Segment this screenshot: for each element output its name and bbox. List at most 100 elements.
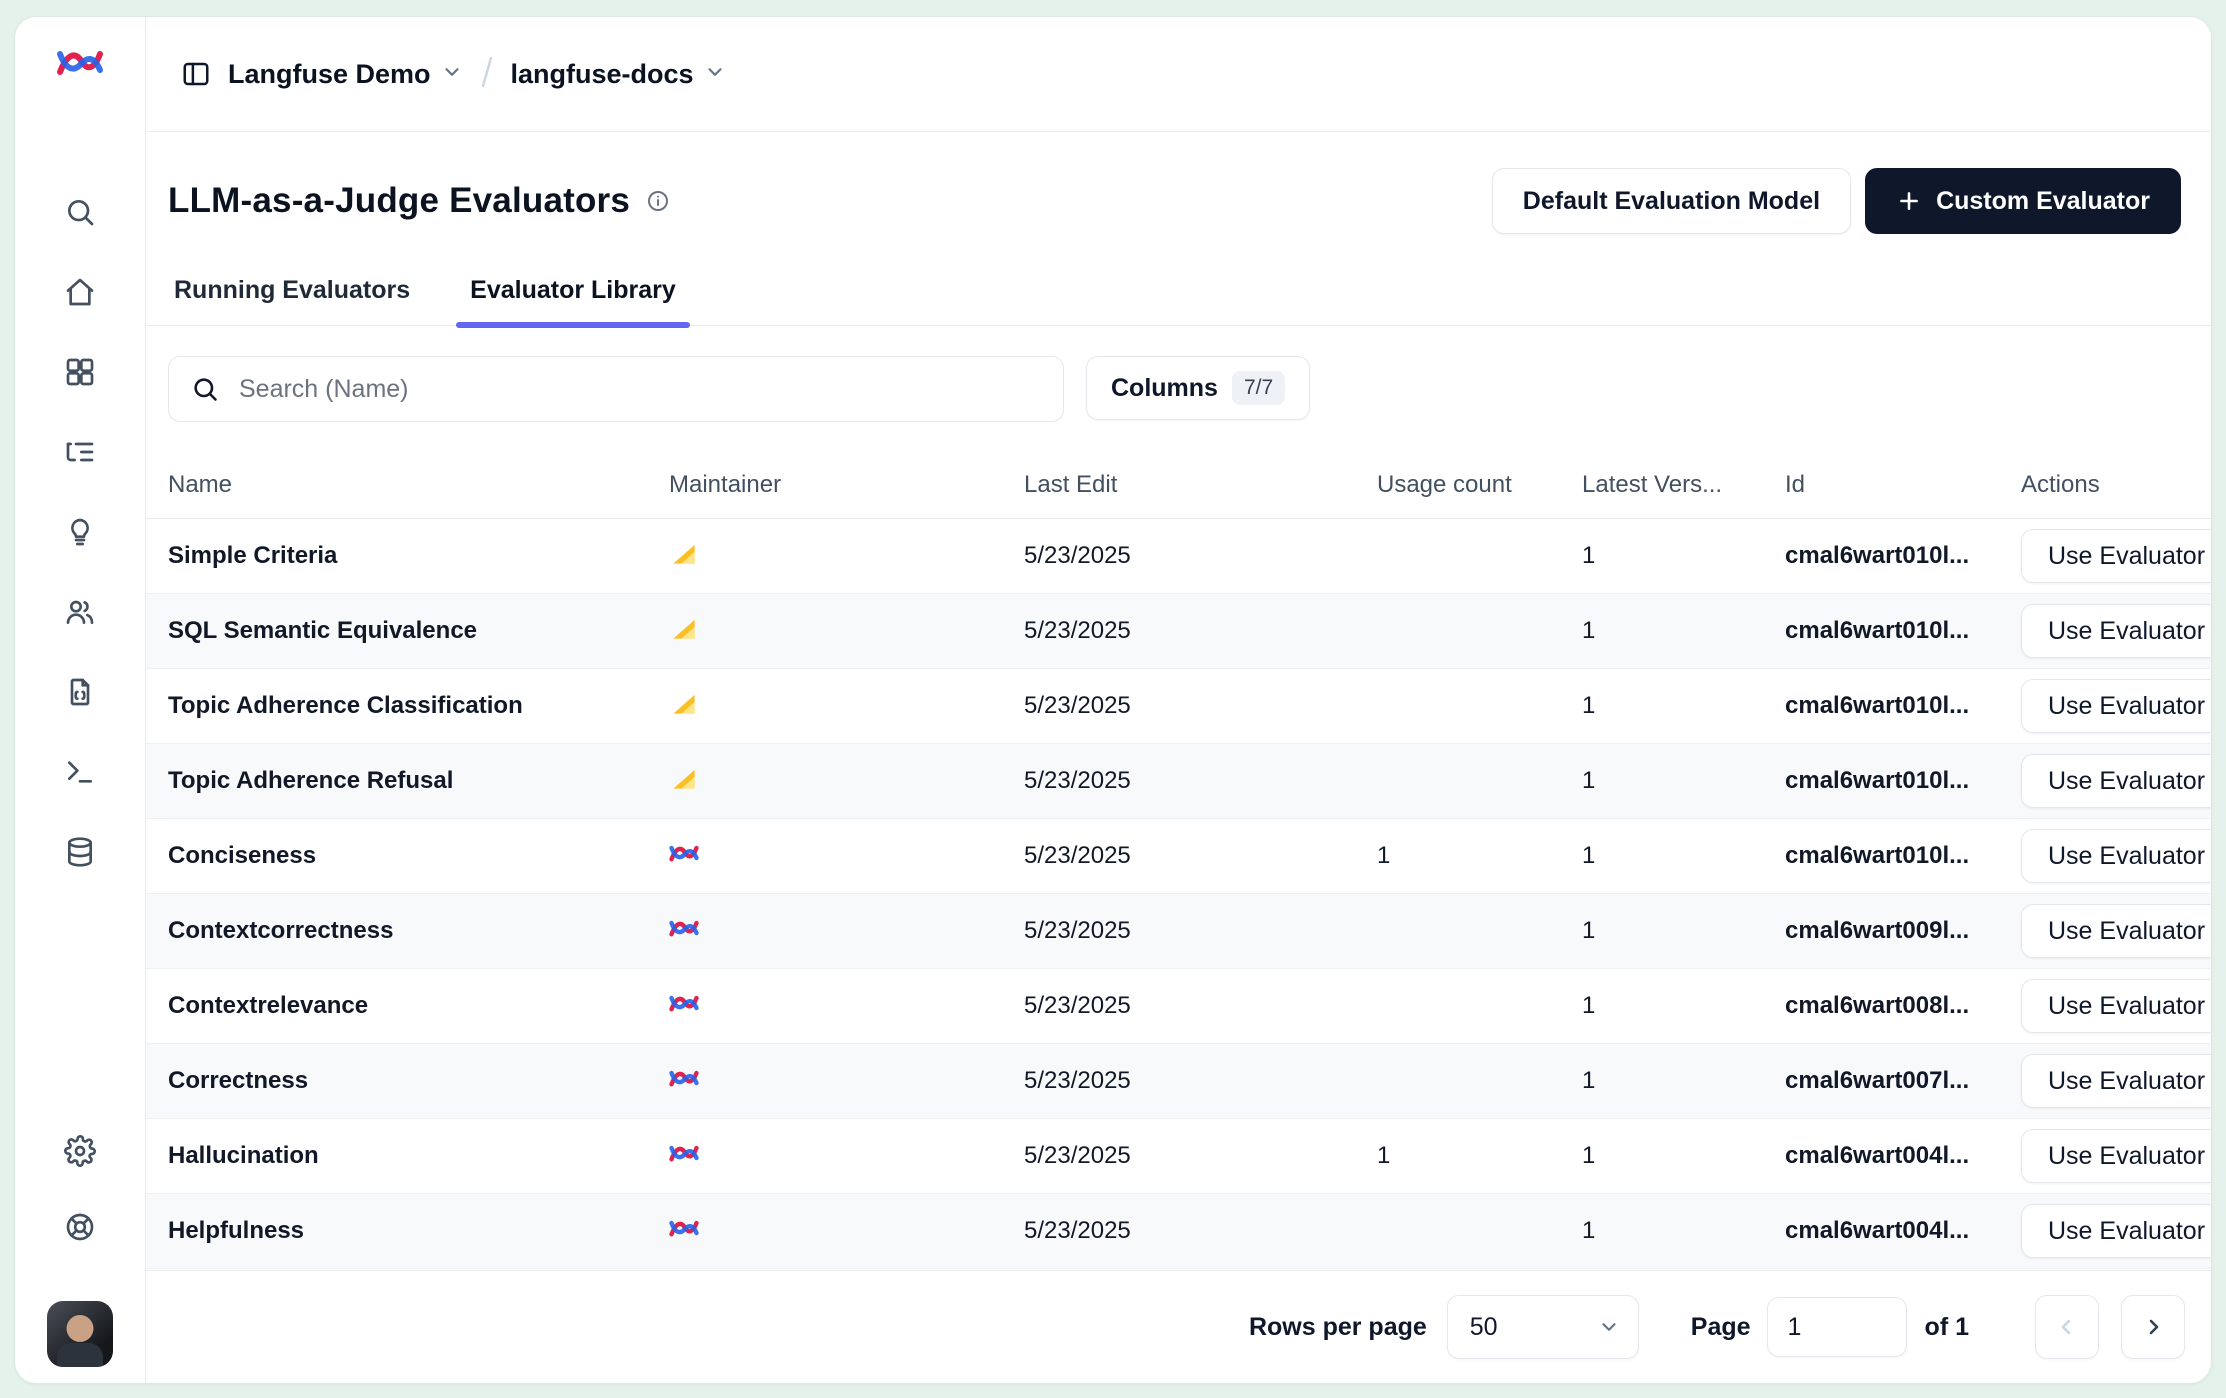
list-tree-icon [64, 436, 96, 468]
columns-count-badge: 7/7 [1232, 371, 1285, 405]
column-header-usage-count: Usage count [1377, 471, 1582, 499]
actions-cell: Use Evaluator [2021, 1204, 2211, 1258]
tab-bar: Running Evaluators Evaluator Library [146, 276, 2211, 326]
sidebar-nav [64, 196, 96, 868]
table-row[interactable]: Simple Criteria 5/23/2025 1 cmal6wart010… [146, 519, 2211, 594]
next-page-button[interactable] [2121, 1295, 2185, 1359]
sidebar-bottom [47, 1135, 113, 1367]
breadcrumb-org[interactable]: Langfuse Demo [228, 59, 463, 90]
last-edit-cell: 5/23/2025 [1024, 1067, 1377, 1095]
header-actions: Default Evaluation Model Custom Evaluato… [1492, 168, 2181, 234]
actions-cell: Use Evaluator [2021, 904, 2211, 958]
use-evaluator-button[interactable]: Use Evaluator [2021, 904, 2211, 958]
actions-cell: Use Evaluator [2021, 604, 2211, 658]
column-header-latest-version: Latest Vers... [1582, 471, 1785, 499]
latest-version-cell: 1 [1582, 842, 1785, 870]
use-evaluator-button[interactable]: Use Evaluator [2021, 754, 2211, 808]
chevron-down-icon [704, 61, 726, 88]
use-evaluator-button[interactable]: Use Evaluator [2021, 604, 2211, 658]
top-bar: Langfuse Demo langfuse-docs [146, 17, 2211, 132]
terminal-icon [64, 756, 96, 788]
custom-evaluator-button[interactable]: Custom Evaluator [1865, 168, 2181, 234]
table-row[interactable]: Contextcorrectness 5/23/2025 1 cmal6wart… [146, 894, 2211, 969]
sidebar-item-settings[interactable] [64, 1135, 96, 1167]
actions-cell: Use Evaluator [2021, 679, 2211, 733]
table-row[interactable]: Topic Adherence Classification 5/23/2025… [146, 669, 2211, 744]
chevron-down-icon [1598, 1316, 1620, 1338]
latest-version-cell: 1 [1582, 692, 1785, 720]
use-evaluator-button[interactable]: Use Evaluator [2021, 1204, 2211, 1258]
table-row[interactable]: Helpfulness 5/23/2025 1 cmal6wart004l...… [146, 1194, 2211, 1269]
breadcrumb-separator [479, 55, 495, 94]
use-evaluator-button[interactable]: Use Evaluator [2021, 529, 2211, 583]
plus-icon [1896, 188, 1922, 214]
evaluator-id-cell: cmal6wart009l... [1785, 917, 2021, 945]
evaluator-id-cell: cmal6wart010l... [1785, 842, 2021, 870]
table-row[interactable]: Hallucination 5/23/2025 1 1 cmal6wart004… [146, 1119, 2211, 1194]
previous-page-button[interactable] [2035, 1295, 2099, 1359]
sidebar [15, 17, 146, 1383]
app-window: Langfuse Demo langfuse-docs LLM-as-a-Jud… [14, 16, 2212, 1384]
sidebar-item-datasets[interactable] [64, 676, 96, 708]
sidebar-item-support[interactable] [64, 1211, 96, 1243]
table-row[interactable]: Contextrelevance 5/23/2025 1 cmal6wart00… [146, 969, 2211, 1044]
page-title: LLM-as-a-Judge Evaluators [168, 181, 630, 221]
use-evaluator-button[interactable]: Use Evaluator [2021, 679, 2211, 733]
page-header: LLM-as-a-Judge Evaluators Default Evalua… [146, 132, 2211, 234]
maintainer-cell [669, 763, 1024, 800]
default-evaluation-model-button[interactable]: Default Evaluation Model [1492, 168, 1851, 234]
sidebar-item-home[interactable] [64, 276, 96, 308]
maintainer-cell [669, 1213, 1024, 1250]
maintainer-cell [669, 613, 1024, 650]
table-row[interactable]: Conciseness 5/23/2025 1 1 cmal6wart010l.… [146, 819, 2211, 894]
sidebar-item-search[interactable] [64, 196, 96, 228]
tab-evaluator-library[interactable]: Evaluator Library [464, 276, 682, 325]
user-avatar[interactable] [47, 1301, 113, 1367]
use-evaluator-button[interactable]: Use Evaluator [2021, 979, 2211, 1033]
table-header-row: Name Maintainer Last Edit Usage count La… [146, 452, 2211, 519]
info-icon[interactable] [646, 189, 670, 213]
sidebar-item-prompts[interactable] [64, 516, 96, 548]
table-row[interactable]: Topic Adherence Refusal 5/23/2025 1 cmal… [146, 744, 2211, 819]
evaluator-name: Helpfulness [168, 1217, 669, 1245]
columns-button[interactable]: Columns 7/7 [1086, 356, 1310, 420]
use-evaluator-button[interactable]: Use Evaluator [2021, 1129, 2211, 1183]
search-input[interactable] [237, 374, 1041, 405]
last-edit-cell: 5/23/2025 [1024, 917, 1377, 945]
pager-buttons [2035, 1295, 2185, 1359]
sidebar-item-users[interactable] [64, 596, 96, 628]
sidebar-item-tracing[interactable] [64, 436, 96, 468]
rows-per-page-value: 50 [1470, 1313, 1498, 1342]
tab-running-evaluators[interactable]: Running Evaluators [168, 276, 416, 325]
maintainer-cell [669, 1138, 1024, 1175]
database-icon [64, 836, 96, 868]
table-toolbar: Columns 7/7 [146, 356, 2211, 422]
actions-cell: Use Evaluator [2021, 754, 2211, 808]
search-box [168, 356, 1064, 422]
langfuse-logo[interactable] [56, 45, 104, 84]
evaluator-name: Conciseness [168, 842, 669, 870]
table-row[interactable]: SQL Semantic Equivalence 5/23/2025 1 cma… [146, 594, 2211, 669]
page-label: Page [1691, 1313, 1751, 1342]
sidebar-item-dashboard[interactable] [64, 356, 96, 388]
sidebar-item-database[interactable] [64, 836, 96, 868]
maintainer-cell [669, 1063, 1024, 1100]
use-evaluator-button[interactable]: Use Evaluator [2021, 1054, 2211, 1108]
sidebar-item-playground[interactable] [64, 756, 96, 788]
evaluator-name: Contextcorrectness [168, 917, 669, 945]
latest-version-cell: 1 [1582, 1217, 1785, 1245]
maintainer-cell [669, 538, 1024, 575]
breadcrumb-project[interactable]: langfuse-docs [511, 59, 726, 90]
usage-count-cell: 1 [1377, 1142, 1582, 1170]
page-input[interactable] [1767, 1297, 1907, 1357]
last-edit-cell: 5/23/2025 [1024, 692, 1377, 720]
rows-per-page-select[interactable]: 50 [1447, 1295, 1639, 1359]
langfuse-icon [669, 1138, 699, 1168]
column-header-name: Name [168, 471, 669, 499]
column-header-id: Id [1785, 471, 2021, 499]
use-evaluator-button[interactable]: Use Evaluator [2021, 829, 2211, 883]
sidebar-toggle-button[interactable] [180, 58, 212, 90]
table-row[interactable]: Correctness 5/23/2025 1 cmal6wart007l...… [146, 1044, 2211, 1119]
main-area: Langfuse Demo langfuse-docs LLM-as-a-Jud… [146, 17, 2211, 1383]
latest-version-cell: 1 [1582, 992, 1785, 1020]
